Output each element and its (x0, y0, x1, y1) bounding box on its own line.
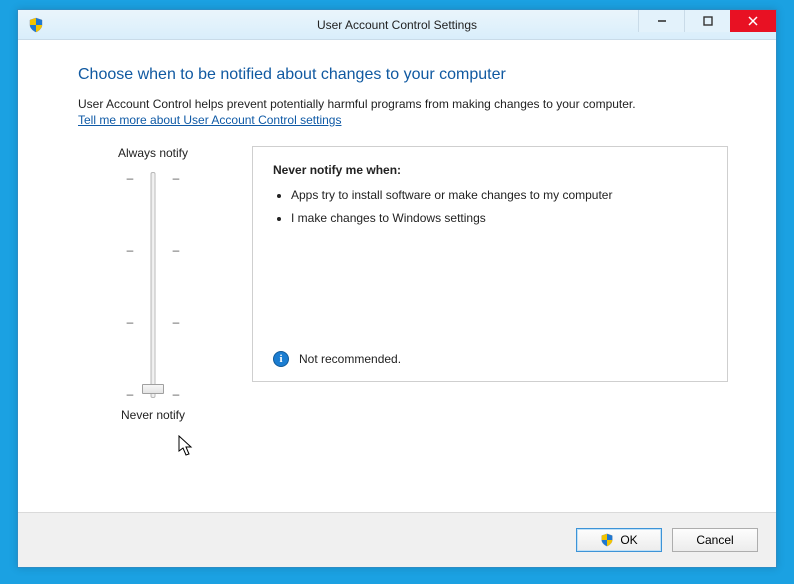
slider-track (151, 172, 156, 398)
slider-tick: –– (123, 172, 183, 184)
slider-tick: –– (123, 316, 183, 328)
slider-top-label: Always notify (78, 146, 228, 160)
cancel-button[interactable]: Cancel (672, 528, 758, 552)
ok-button[interactable]: OK (576, 528, 662, 552)
notification-level-slider[interactable]: –– –– –– –– (123, 170, 183, 400)
recommendation-row: i Not recommended. (273, 351, 401, 367)
help-link[interactable]: Tell me more about User Account Control … (78, 113, 341, 127)
caption-buttons (638, 10, 776, 32)
info-bullet: I make changes to Windows settings (291, 210, 707, 226)
ok-button-label: OK (620, 533, 637, 547)
info-title: Never notify me when: (273, 163, 707, 177)
notification-level-slider-area: Always notify –– –– –– –– Never notify (78, 146, 228, 422)
uac-settings-window: User Account Control Settings Choose whe… (17, 9, 777, 568)
info-bullet-list: Apps try to install software or make cha… (291, 187, 707, 225)
description: User Account Control helps prevent poten… (78, 96, 728, 128)
minimize-button[interactable] (638, 10, 684, 32)
cancel-button-label: Cancel (696, 533, 733, 547)
info-icon: i (273, 351, 289, 367)
close-button[interactable] (730, 10, 776, 32)
titlebar[interactable]: User Account Control Settings (18, 10, 776, 40)
footer: OK Cancel (18, 512, 776, 567)
maximize-button[interactable] (684, 10, 730, 32)
slider-tick: –– (123, 244, 183, 256)
page-heading: Choose when to be notified about changes… (78, 66, 728, 84)
recommendation-text: Not recommended. (299, 352, 401, 366)
description-text: User Account Control helps prevent poten… (78, 97, 636, 111)
uac-shield-icon (28, 17, 44, 33)
info-panel: Never notify me when: Apps try to instal… (252, 146, 728, 382)
info-bullet: Apps try to install software or make cha… (291, 187, 707, 203)
content-area: Choose when to be notified about changes… (18, 40, 776, 511)
slider-thumb[interactable] (142, 384, 164, 394)
uac-shield-icon (600, 533, 614, 547)
slider-bottom-label: Never notify (78, 408, 228, 422)
